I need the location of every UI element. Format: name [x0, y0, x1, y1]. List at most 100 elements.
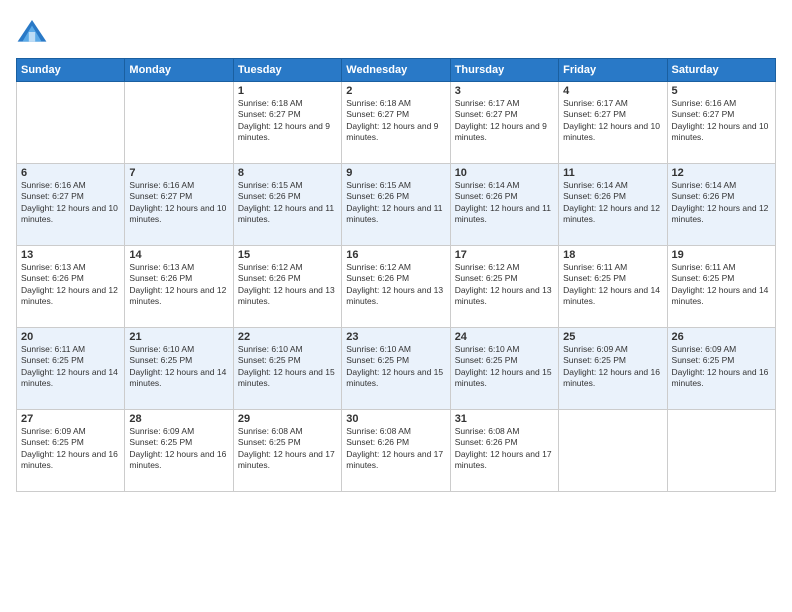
day-info: Sunrise: 6:15 AM Sunset: 6:26 PM Dayligh… [346, 180, 445, 226]
day-cell: 2Sunrise: 6:18 AM Sunset: 6:27 PM Daylig… [342, 82, 450, 164]
day-number: 22 [238, 331, 337, 343]
day-cell: 11Sunrise: 6:14 AM Sunset: 6:26 PM Dayli… [559, 164, 667, 246]
day-number: 30 [346, 413, 445, 425]
day-info: Sunrise: 6:16 AM Sunset: 6:27 PM Dayligh… [672, 98, 771, 144]
day-number: 16 [346, 249, 445, 261]
day-cell: 27Sunrise: 6:09 AM Sunset: 6:25 PM Dayli… [17, 410, 125, 492]
day-cell: 18Sunrise: 6:11 AM Sunset: 6:25 PM Dayli… [559, 246, 667, 328]
week-row-5: 27 Sunrise: 6:09 AM Sunset: 6:25 PM Dayli… [17, 410, 776, 492]
day-number: 7 [129, 167, 228, 179]
day-number: 24 [455, 331, 554, 343]
day-cell: 3Sunrise: 6:17 AM Sunset: 6:27 PM Daylig… [450, 82, 558, 164]
day-number: 14 [129, 249, 228, 261]
day-info: Sunrise: 6:17 AM Sunset: 6:27 PM Dayligh… [455, 98, 554, 144]
day-number: 15 [238, 249, 337, 261]
day-info: Sunrise: 6:16 AM Sunset: 6:27 PM Dayligh… [21, 180, 120, 226]
day-cell [125, 82, 233, 164]
day-info: Sunrise: 6:12 AM Sunset: 6:26 PM Dayligh… [238, 262, 337, 308]
day-cell [667, 410, 775, 492]
day-header-tuesday: Tuesday [233, 59, 341, 82]
day-info: Sunrise: 6:14 AM Sunset: 6:26 PM Dayligh… [563, 180, 662, 226]
day-info: Sunrise: 6:08 AM Sunset: 6:26 PM Dayligh… [455, 426, 554, 472]
day-cell: 30Sunrise: 6:08 AM Sunset: 6:26 PM Dayli… [342, 410, 450, 492]
week-row-1: 1Sunrise: 6:18 AM Sunset: 6:27 PM Daylig… [17, 82, 776, 164]
day-number: 26 [672, 331, 771, 343]
week-row-4: 20Sunrise: 6:11 AM Sunset: 6:25 PM Dayli… [17, 328, 776, 410]
day-info: Sunrise: 6:09 AM Sunset: 6:25 PM Dayligh… [672, 344, 771, 390]
day-cell: 8Sunrise: 6:15 AM Sunset: 6:26 PM Daylig… [233, 164, 341, 246]
page: SundayMondayTuesdayWednesdayThursdayFrid… [0, 0, 792, 612]
day-number: 4 [563, 85, 662, 97]
day-cell [559, 410, 667, 492]
day-cell: 17Sunrise: 6:12 AM Sunset: 6:25 PM Dayli… [450, 246, 558, 328]
day-info: Sunrise: 6:18 AM Sunset: 6:27 PM Dayligh… [346, 98, 445, 144]
day-cell: 13Sunrise: 6:13 AM Sunset: 6:26 PM Dayli… [17, 246, 125, 328]
day-header-thursday: Thursday [450, 59, 558, 82]
day-cell: 7Sunrise: 6:16 AM Sunset: 6:27 PM Daylig… [125, 164, 233, 246]
day-header-sunday: Sunday [17, 59, 125, 82]
day-number: 21 [129, 331, 228, 343]
day-number: 6 [21, 167, 120, 179]
day-number: 31 [455, 413, 554, 425]
day-cell [17, 82, 125, 164]
day-cell: 10Sunrise: 6:14 AM Sunset: 6:26 PM Dayli… [450, 164, 558, 246]
day-number: 2 [346, 85, 445, 97]
day-info: Sunrise: 6:10 AM Sunset: 6:25 PM Dayligh… [455, 344, 554, 390]
day-cell: 25Sunrise: 6:09 AM Sunset: 6:25 PM Dayli… [559, 328, 667, 410]
logo [16, 16, 52, 48]
day-cell: 28Sunrise: 6:09 AM Sunset: 6:25 PM Dayli… [125, 410, 233, 492]
day-number: 8 [238, 167, 337, 179]
day-info: Sunrise: 6:13 AM Sunset: 6:26 PM Dayligh… [129, 262, 228, 308]
day-number: 11 [563, 167, 662, 179]
week-row-2: 6Sunrise: 6:16 AM Sunset: 6:27 PM Daylig… [17, 164, 776, 246]
day-number: 28 [129, 413, 228, 425]
day-cell: 4Sunrise: 6:17 AM Sunset: 6:27 PM Daylig… [559, 82, 667, 164]
day-number: 17 [455, 249, 554, 261]
day-number: 12 [672, 167, 771, 179]
logo-icon [16, 16, 48, 48]
day-header-monday: Monday [125, 59, 233, 82]
day-cell: 15Sunrise: 6:12 AM Sunset: 6:26 PM Dayli… [233, 246, 341, 328]
day-cell: 1Sunrise: 6:18 AM Sunset: 6:27 PM Daylig… [233, 82, 341, 164]
header [16, 16, 776, 48]
day-cell: 16Sunrise: 6:12 AM Sunset: 6:26 PM Dayli… [342, 246, 450, 328]
day-cell: 24Sunrise: 6:10 AM Sunset: 6:25 PM Dayli… [450, 328, 558, 410]
day-header-saturday: Saturday [667, 59, 775, 82]
day-cell: 22Sunrise: 6:10 AM Sunset: 6:25 PM Dayli… [233, 328, 341, 410]
day-info: Sunrise: 6:15 AM Sunset: 6:26 PM Dayligh… [238, 180, 337, 226]
day-header-friday: Friday [559, 59, 667, 82]
day-info: Sunrise: 6:11 AM Sunset: 6:25 PM Dayligh… [21, 344, 120, 390]
day-number: 1 [238, 85, 337, 97]
day-number: 9 [346, 167, 445, 179]
day-cell: 20Sunrise: 6:11 AM Sunset: 6:25 PM Dayli… [17, 328, 125, 410]
day-info: Sunrise: 6:18 AM Sunset: 6:27 PM Dayligh… [238, 98, 337, 144]
day-number: 13 [21, 249, 120, 261]
day-cell: 21Sunrise: 6:10 AM Sunset: 6:25 PM Dayli… [125, 328, 233, 410]
day-info: Sunrise: 6:08 AM Sunset: 6:26 PM Dayligh… [346, 426, 445, 472]
header-row: SundayMondayTuesdayWednesdayThursdayFrid… [17, 59, 776, 82]
day-info: Sunrise: 6:12 AM Sunset: 6:25 PM Dayligh… [455, 262, 554, 308]
day-info: Sunrise: 6:09 AM Sunset: 6:25 PM Dayligh… [129, 426, 228, 472]
week-row-3: 13 Sunrise: 6:13 AM Sunset: 6:26 PM Dayli… [17, 246, 776, 328]
day-info: Sunrise: 6:10 AM Sunset: 6:25 PM Dayligh… [238, 344, 337, 390]
day-info: Sunrise: 6:10 AM Sunset: 6:25 PM Dayligh… [346, 344, 445, 390]
day-number: 23 [346, 331, 445, 343]
day-info: Sunrise: 6:14 AM Sunset: 6:26 PM Dayligh… [672, 180, 771, 226]
day-number: 27 [21, 413, 120, 425]
day-cell: 5Sunrise: 6:16 AM Sunset: 6:27 PM Daylig… [667, 82, 775, 164]
day-cell: 23Sunrise: 6:10 AM Sunset: 6:25 PM Dayli… [342, 328, 450, 410]
day-cell: 26Sunrise: 6:09 AM Sunset: 6:25 PM Dayli… [667, 328, 775, 410]
day-cell: 6Sunrise: 6:16 AM Sunset: 6:27 PM Daylig… [17, 164, 125, 246]
day-header-wednesday: Wednesday [342, 59, 450, 82]
calendar: SundayMondayTuesdayWednesdayThursdayFrid… [16, 58, 776, 492]
day-number: 10 [455, 167, 554, 179]
day-cell: 29Sunrise: 6:08 AM Sunset: 6:25 PM Dayli… [233, 410, 341, 492]
day-number: 20 [21, 331, 120, 343]
day-info: Sunrise: 6:16 AM Sunset: 6:27 PM Dayligh… [129, 180, 228, 226]
day-info: Sunrise: 6:17 AM Sunset: 6:27 PM Dayligh… [563, 98, 662, 144]
day-number: 3 [455, 85, 554, 97]
day-number: 25 [563, 331, 662, 343]
day-cell: 19Sunrise: 6:11 AM Sunset: 6:25 PM Dayli… [667, 246, 775, 328]
day-info: Sunrise: 6:14 AM Sunset: 6:26 PM Dayligh… [455, 180, 554, 226]
day-info: Sunrise: 6:09 AM Sunset: 6:25 PM Dayligh… [563, 344, 662, 390]
